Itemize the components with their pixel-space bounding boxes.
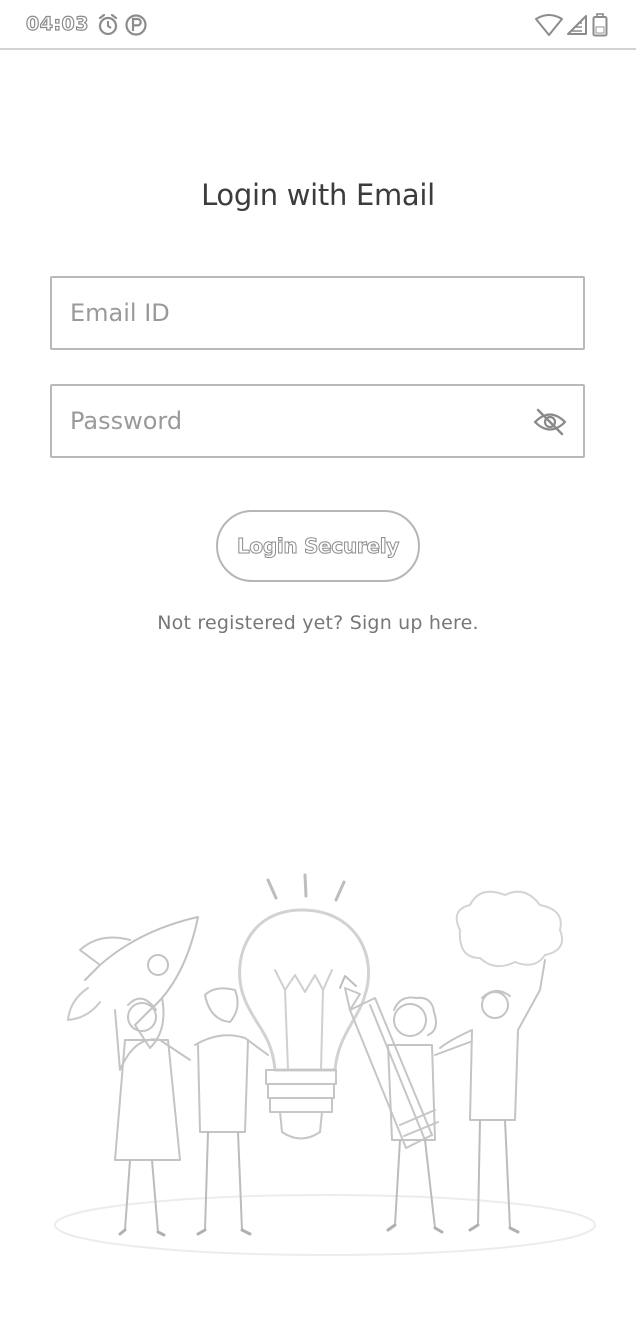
login-button-label: Login Securely	[236, 534, 400, 559]
alarm-icon	[97, 13, 119, 41]
status-time: 04:03	[25, 12, 89, 35]
team-ideas-illustration	[40, 870, 610, 1270]
email-field[interactable]	[52, 278, 583, 348]
status-bar: 04:03	[0, 0, 636, 50]
signup-link[interactable]: Not registered yet? Sign up here.	[0, 612, 636, 634]
eye-off-icon[interactable]	[533, 407, 567, 437]
parking-icon	[125, 13, 147, 41]
email-field-container	[50, 276, 585, 350]
battery-icon	[592, 13, 608, 41]
wifi-icon	[535, 14, 563, 40]
page-title: Login with Email	[201, 178, 435, 212]
password-field[interactable]	[52, 386, 583, 456]
signal-icon	[566, 14, 588, 40]
password-field-container	[50, 384, 585, 458]
login-button[interactable]: Login Securely	[216, 510, 420, 582]
